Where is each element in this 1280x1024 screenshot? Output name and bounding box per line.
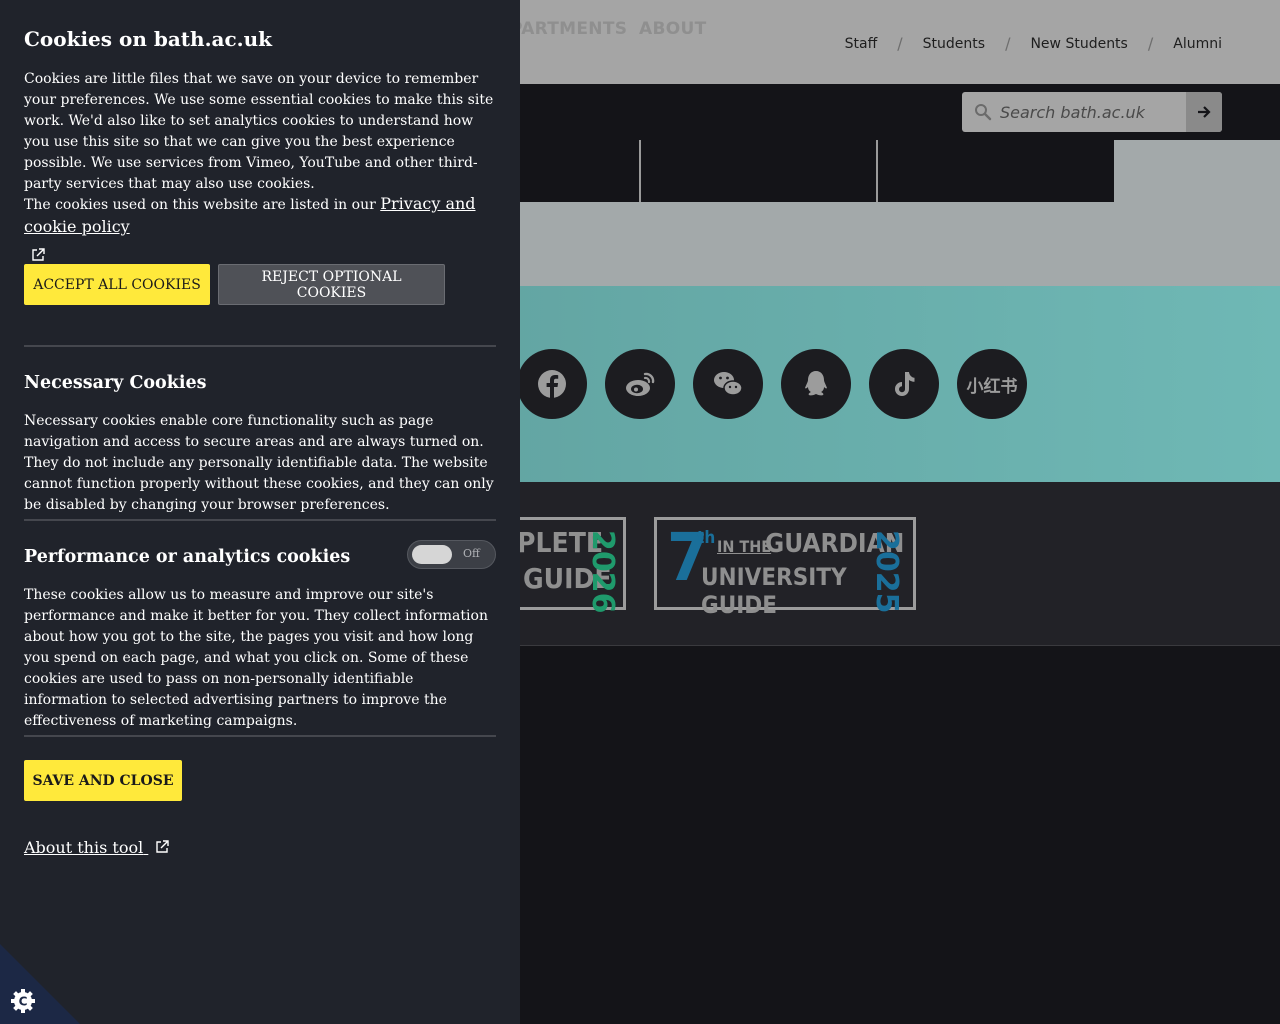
necessary-cookies-heading: Necessary Cookies xyxy=(24,373,207,393)
site-search xyxy=(962,92,1222,132)
nav-item-departments[interactable]: PARTMENTS xyxy=(510,19,627,39)
arrow-right-icon xyxy=(1198,106,1211,118)
necessary-cookies-text: Necessary cookies enable core functional… xyxy=(24,413,494,513)
qq-link[interactable] xyxy=(781,349,851,419)
audience-separator: / xyxy=(1005,34,1011,53)
external-link-icon xyxy=(32,248,45,261)
audience-link-students[interactable]: Students xyxy=(923,36,985,52)
external-link-icon xyxy=(156,839,170,853)
hero-image-edge xyxy=(1114,140,1280,202)
cookie-panel-title: Cookies on bath.ac.uk xyxy=(24,27,273,51)
about-this-tool-label: About this tool xyxy=(24,838,144,857)
toggle-label: Off xyxy=(463,547,480,560)
cookie-settings-icon[interactable]: C xyxy=(10,988,36,1014)
save-and-close-button[interactable]: SAVE AND CLOSE xyxy=(24,760,182,801)
badge-year: 2025 xyxy=(869,530,904,614)
search-input[interactable] xyxy=(1000,92,1145,132)
facebook-link[interactable] xyxy=(517,349,587,419)
policy-prefix: The cookies used on this website are lis… xyxy=(24,197,381,213)
cookie-policy-text: The cookies used on this website are lis… xyxy=(24,193,500,263)
tiktok-link[interactable] xyxy=(869,349,939,419)
toggle-knob xyxy=(412,545,452,564)
audience-separator: / xyxy=(1147,34,1154,53)
divider xyxy=(876,140,878,202)
badge-year: 2026 xyxy=(585,530,620,614)
about-this-tool-link[interactable]: About this tool xyxy=(24,838,170,857)
divider xyxy=(24,519,496,521)
search-submit-button[interactable] xyxy=(1186,92,1222,132)
divider xyxy=(24,735,496,737)
divider xyxy=(639,140,641,202)
audience-link-alumni[interactable]: Alumni xyxy=(1173,36,1222,52)
cookie-consent-panel: Cookies on bath.ac.uk Cookies are little… xyxy=(0,0,520,1024)
svg-text:C: C xyxy=(19,995,28,1009)
qq-icon xyxy=(805,371,827,396)
guardian-university-guide-badge[interactable]: 7 th IN THE GUARDIAN UNIVERSITY GUIDE 20… xyxy=(654,517,916,619)
badge-rank-suffix: th xyxy=(697,528,716,548)
xiaohongshu-icon: 小红书 xyxy=(966,376,1018,397)
weibo-link[interactable] xyxy=(605,349,675,419)
facebook-icon xyxy=(538,370,566,398)
divider xyxy=(24,345,496,347)
audience-link-staff[interactable]: Staff xyxy=(845,36,878,52)
wechat-icon xyxy=(714,372,743,396)
badge-text: IN THE xyxy=(717,537,772,556)
reject-optional-cookies-button[interactable]: REJECT OPTIONAL COOKIES xyxy=(218,264,445,305)
accept-all-cookies-button[interactable]: ACCEPT ALL COOKIES xyxy=(24,264,210,305)
xiaohongshu-link[interactable]: 小红书 xyxy=(957,349,1027,419)
audience-link-new-students[interactable]: New Students xyxy=(1030,36,1127,52)
audience-nav: Staff / Students / New Students / Alumni xyxy=(845,34,1222,53)
performance-cookies-heading: Performance or analytics cookies xyxy=(24,547,351,567)
performance-cookies-text: These cookies allow us to measure and im… xyxy=(24,587,488,729)
nav-item-about[interactable]: ABOUT xyxy=(639,19,706,39)
audience-separator: / xyxy=(897,34,903,53)
weibo-icon xyxy=(626,372,655,396)
cookie-intro-text: Cookies are little files that we save on… xyxy=(24,71,494,192)
search-icon xyxy=(975,104,992,121)
performance-cookies-toggle[interactable]: Off xyxy=(407,540,496,569)
wechat-link[interactable] xyxy=(693,349,763,419)
tiktok-icon xyxy=(895,372,915,396)
